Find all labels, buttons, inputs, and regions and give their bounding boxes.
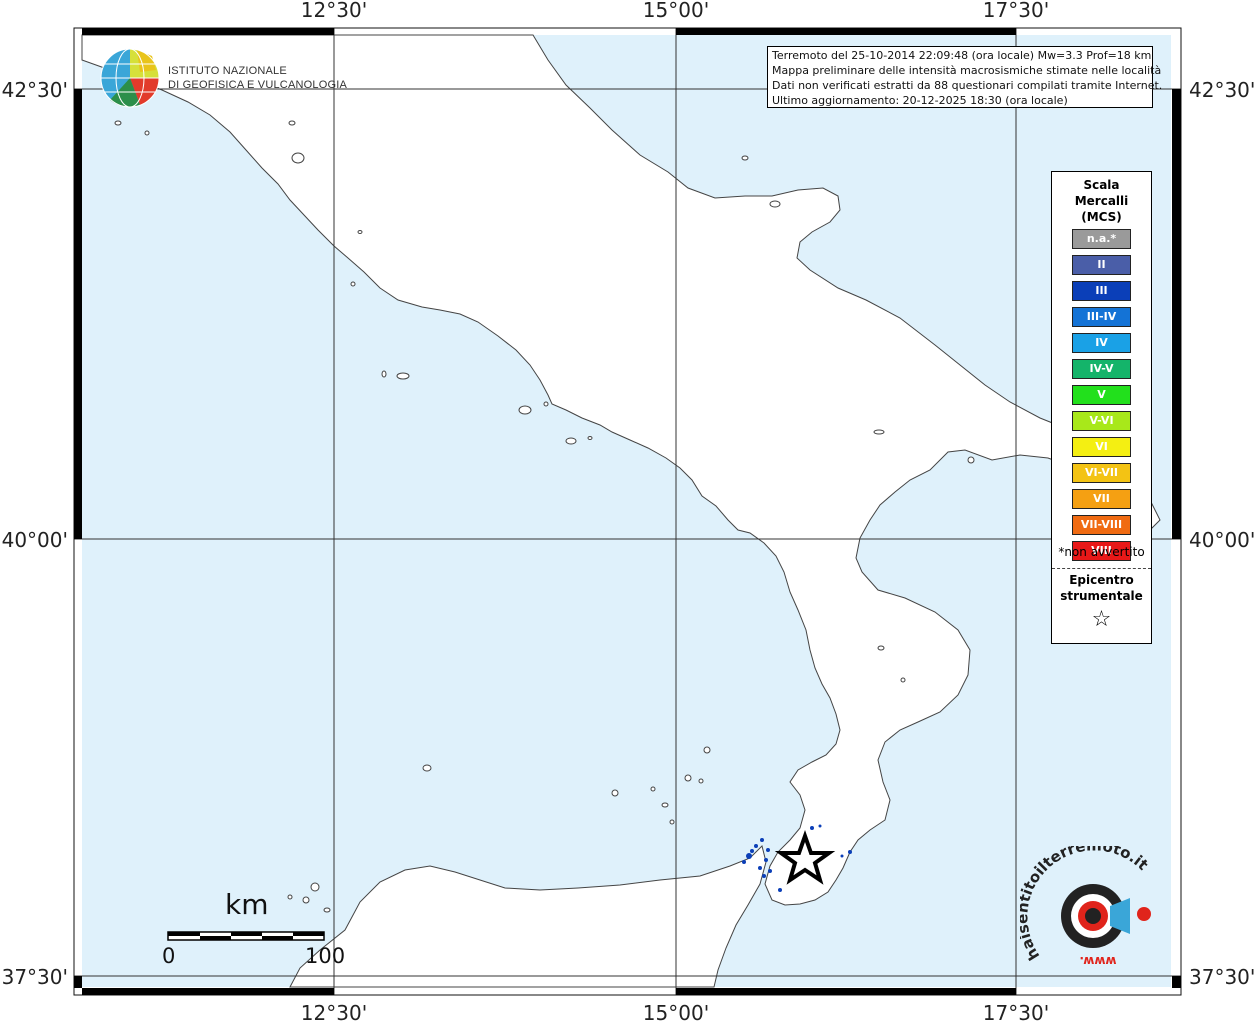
legend-epicenter-label: Epicentro strumentale [1052,572,1151,604]
event-info-box: Terremoto del 25-10-2014 22:09:48 (ora l… [767,46,1163,108]
legend-title: Scala Mercalli (MCS) [1052,177,1151,225]
lon-label-top: 12°30' [301,0,367,22]
ingv-line1: ISTITUTO NAZIONALE [168,65,287,77]
ingv-logo-text: ISTITUTO NAZIONALE DI GEOFISICA E VULCAN… [168,64,347,92]
mcs-legend: Scala Mercalli (MCS) n.a.* II III III-IV… [1051,171,1152,644]
scale-max-label: 100 [305,944,346,968]
lon-label-bottom: 15°00' [643,1001,709,1024]
lon-label-bottom: 12°30' [301,1001,367,1024]
scale-min-label: 0 [162,944,176,968]
legend-swatch-na: n.a.* [1072,229,1131,249]
ingv-line2: DI GEOFISICA E VULCANOLOGIA [168,79,347,91]
lat-label-right: 37°30' [1189,965,1254,989]
lat-label-left: 42°30' [2,78,68,102]
legend-swatch-iii: III [1072,281,1131,301]
svg-text:haisentitoilterremoto.it: haisentitoilterremoto.it [1020,846,1152,963]
legend-swatch-vi: VI [1072,437,1131,457]
legend-swatch-v: V [1072,385,1131,405]
lat-label-left: 37°30' [2,965,68,989]
event-data-note: Dati non verificati estratti da 88 quest… [772,79,1163,92]
legend-swatch-iii-iv: III-IV [1072,307,1131,327]
lon-label-top: 17°30' [983,0,1049,22]
legend-swatch-iv: IV [1072,333,1131,353]
legend-swatch-vii: VII [1072,489,1131,509]
legend-swatch-v-vi: V-VI [1072,411,1131,431]
legend-epi-line: Epicentro [1069,573,1134,587]
legend-title-line: (MCS) [1081,210,1122,224]
legend-swatch-ii: II [1072,255,1131,275]
legend-swatch-iv-v: IV-V [1072,359,1131,379]
lat-label-right: 42°30' [1189,78,1254,102]
hst-site-name: haisentitoilterremoto.it [1020,846,1152,963]
lat-label-left: 40°00' [2,528,68,552]
lon-label-top: 15°00' [643,0,709,22]
legend-title-line: Mercalli [1074,194,1129,208]
legend-swatch-vi-vii: VI-VII [1072,463,1131,483]
legend-swatches: n.a.* II III III-IV IV IV-V V V-VI VI VI… [1072,229,1131,567]
event-desc: Mappa preliminare delle intensità macros… [772,64,1162,77]
event-update: Ultimo aggiornamento: 20-12-2025 18:30 (… [772,94,1068,107]
lon-label-bottom: 17°30' [983,1001,1049,1024]
hst-logo-text: haisentitoilterremoto.it www. [1020,846,1152,968]
legend-epi-line: strumentale [1060,589,1143,603]
scale-unit-label: km [225,888,269,921]
lat-label-right: 40°00' [1189,528,1254,552]
ingv-globe-icon [100,48,160,108]
legend-swatch-vii-viii: VII-VIII [1072,515,1131,535]
legend-divider [1052,568,1151,569]
scale-bar [167,931,325,941]
event-title: Terremoto del 25-10-2014 22:09:48 (ora l… [772,49,1152,62]
legend-title-line: Scala [1083,178,1120,192]
legend-note: *non avvertito [1058,545,1145,559]
hst-www: www. [1079,954,1116,968]
legend-star-icon: ☆ [1091,607,1112,632]
